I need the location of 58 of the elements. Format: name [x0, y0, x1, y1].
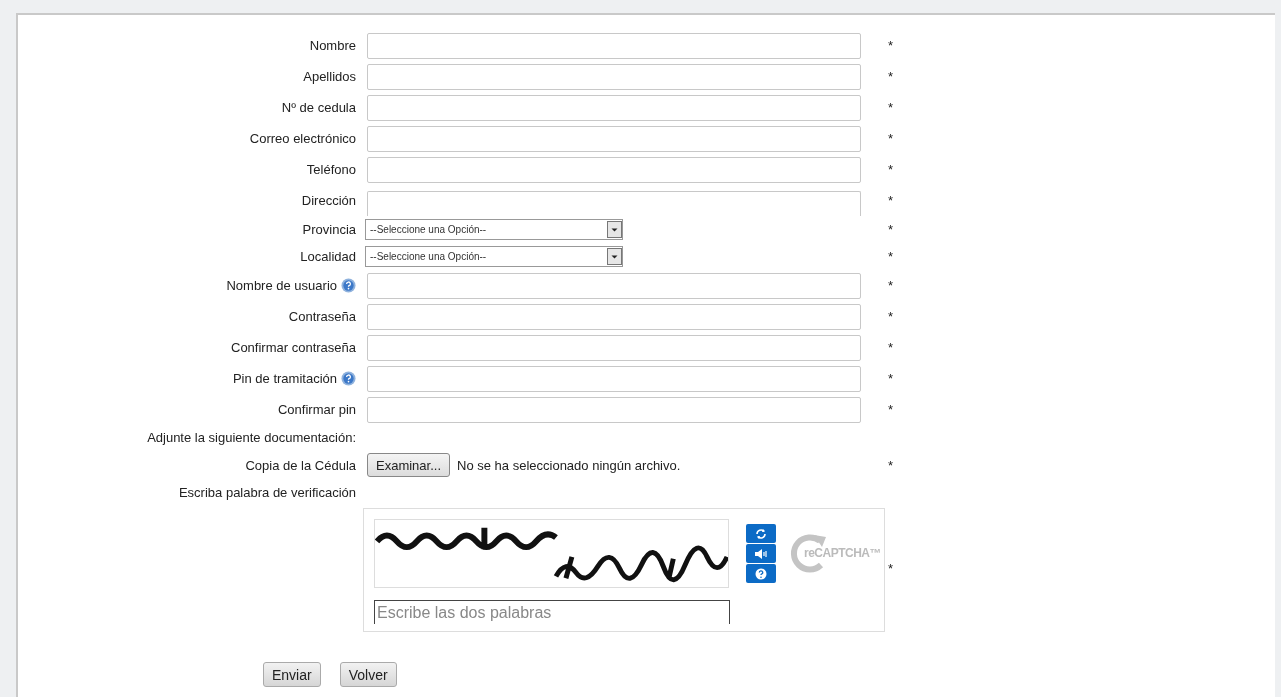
text-field[interactable] — [367, 365, 861, 392]
form-button[interactable]: Enviar — [263, 662, 321, 687]
required-mark: * — [888, 193, 894, 208]
speaker-icon — [754, 547, 768, 560]
field-label: Nombre de usuario — [226, 278, 337, 293]
field-label: Confirmar pin — [277, 402, 356, 417]
field-label: Teléfono — [306, 162, 356, 177]
field-label: Dirección — [301, 193, 356, 208]
required-mark: * — [888, 561, 894, 576]
text-field[interactable] — [367, 156, 861, 183]
field-label: Correo electrónico — [249, 131, 356, 146]
captcha-answer-field[interactable]: Escribe las dos palabras — [374, 600, 730, 624]
text-field[interactable] — [367, 334, 861, 361]
required-mark: * — [888, 131, 894, 146]
help-icon-button[interactable] — [746, 564, 776, 583]
field-label: Nombre — [309, 38, 356, 53]
field-label: Provincia — [302, 222, 356, 237]
refresh-icon-button[interactable] — [746, 524, 776, 543]
refresh-icon — [755, 527, 767, 540]
text-field[interactable] — [367, 94, 861, 121]
recaptcha-logo-text: reCAPTCHA™ — [804, 546, 881, 560]
required-mark: * — [888, 100, 894, 115]
help-icon[interactable] — [341, 371, 356, 386]
required-mark: * — [888, 278, 894, 293]
select-dropdown[interactable]: --Seleccione una Opción-- — [365, 246, 623, 267]
field-label: Confirmar contraseña — [231, 340, 356, 355]
text-field[interactable] — [367, 396, 861, 423]
required-mark: * — [888, 222, 894, 237]
text-field[interactable] — [367, 32, 861, 59]
required-mark: * — [888, 69, 894, 84]
field-label: Pin de tramitación — [232, 371, 337, 386]
section-label: Adjunte la siguiente documentación: — [147, 430, 356, 445]
field-label: Localidad — [300, 249, 356, 264]
text-field[interactable] — [367, 191, 861, 216]
required-mark: * — [888, 457, 894, 473]
help-icon[interactable] — [341, 278, 356, 293]
required-mark: * — [888, 162, 894, 177]
required-mark: * — [888, 340, 894, 355]
browse-button[interactable]: Examinar... — [367, 453, 451, 477]
select-dropdown[interactable]: --Seleccione una Opción-- — [365, 219, 623, 240]
field-label: Apellidos — [303, 69, 356, 84]
required-mark: * — [888, 309, 894, 324]
field-label: Nº de cedula — [281, 100, 356, 115]
form-button[interactable]: Volver — [339, 662, 397, 687]
required-mark: * — [888, 249, 894, 264]
field-label: Contraseña — [288, 309, 356, 324]
field-label: Copia de la Cédula — [245, 457, 356, 473]
section-label: Escriba palabra de verificación — [178, 485, 356, 500]
help-icon — [755, 567, 767, 580]
text-field[interactable] — [367, 303, 861, 330]
required-mark: * — [888, 38, 894, 53]
required-mark: * — [888, 371, 894, 386]
audio-icon-button[interactable] — [746, 544, 776, 563]
required-mark: * — [888, 402, 894, 417]
text-field[interactable] — [367, 63, 861, 90]
file-status: No se ha seleccionado ningún archivo. — [457, 457, 681, 473]
text-field[interactable] — [367, 125, 861, 152]
text-field[interactable] — [367, 272, 861, 299]
